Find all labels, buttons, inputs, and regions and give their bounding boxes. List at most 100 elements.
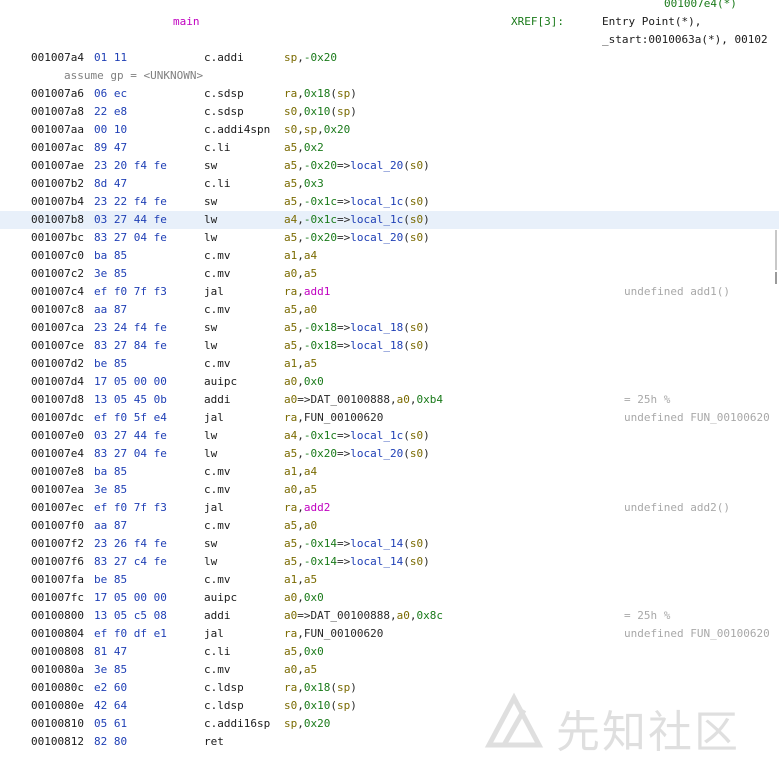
operand-lbl[interactable]: local_20 — [350, 447, 403, 460]
listing-row[interactable]: 001007aa 00 10 c.addi4spn s0,sp,0x20 — [0, 121, 779, 139]
instruction-operands[interactable]: ra,FUN_00100620 — [284, 409, 383, 427]
instruction-address[interactable]: 001007ea — [31, 481, 84, 499]
operand-lbl[interactable]: local_1c — [350, 429, 403, 442]
instruction-operands[interactable]: s0,sp,0x20 — [284, 121, 350, 139]
instruction-operands[interactable]: a0,a5 — [284, 481, 317, 499]
listing-row[interactable]: 001007f2 23 26 f4 fe sw a5,-0x14=>local_14(… — [0, 535, 779, 553]
scrollbar-marker[interactable] — [775, 272, 777, 284]
function-name-label[interactable]: main — [173, 13, 200, 31]
instruction-mnemonic[interactable]: lw — [204, 211, 217, 229]
operand-lbl[interactable]: local_14 — [350, 537, 403, 550]
instruction-address[interactable]: 001007ce — [31, 337, 84, 355]
instruction-operands[interactable]: a5,a0 — [284, 517, 317, 535]
instruction-address[interactable]: 0010080c — [31, 679, 84, 697]
instruction-address[interactable]: 001007ac — [31, 139, 84, 157]
instruction-operands[interactable]: a5,0x0 — [284, 643, 324, 661]
instruction-address[interactable]: 001007d4 — [31, 373, 84, 391]
instruction-mnemonic[interactable]: c.addi16sp — [204, 715, 270, 733]
instruction-operands[interactable]: a5,-0x1c=>local_1c(s0) — [284, 193, 430, 211]
instruction-operands[interactable]: a4,-0x1c=>local_1c(s0) — [284, 427, 430, 445]
instruction-mnemonic[interactable]: addi — [204, 391, 231, 409]
instruction-address[interactable]: 001007dc — [31, 409, 84, 427]
instruction-address[interactable]: 00100808 — [31, 643, 84, 661]
instruction-address[interactable]: 00100804 — [31, 625, 84, 643]
listing-row[interactable]: 001007d4 17 05 00 00 auipc a0,0x0 — [0, 373, 779, 391]
instruction-operands[interactable]: ra,0x18(sp) — [284, 679, 357, 697]
instruction-operands[interactable]: sp,0x20 — [284, 715, 330, 733]
listing-row[interactable]: 001007c8 aa 87 c.mv a5,a0 — [0, 301, 779, 319]
instruction-operands[interactable]: a0,a5 — [284, 265, 317, 283]
operand-lbl[interactable]: local_18 — [350, 339, 403, 352]
instruction-mnemonic[interactable]: jal — [204, 625, 224, 643]
instruction-mnemonic[interactable]: c.addi — [204, 49, 244, 67]
instruction-operands[interactable]: ra,add2 — [284, 499, 330, 517]
instruction-address[interactable]: 00100800 — [31, 607, 84, 625]
operand-lbl[interactable]: local_20 — [350, 231, 403, 244]
instruction-address[interactable]: 00100810 — [31, 715, 84, 733]
instruction-address[interactable]: 001007b4 — [31, 193, 84, 211]
operand-lbl[interactable]: local_20 — [350, 159, 403, 172]
listing-row[interactable]: 001007ac 89 47 c.li a5,0x2 — [0, 139, 779, 157]
instruction-mnemonic[interactable]: addi — [204, 607, 231, 625]
instruction-address[interactable]: 001007ec — [31, 499, 84, 517]
listing-row[interactable]: 001007ae 23 20 f4 fe sw a5,-0x20=>local_20(… — [0, 157, 779, 175]
instruction-mnemonic[interactable]: c.ldsp — [204, 679, 244, 697]
instruction-mnemonic[interactable]: auipc — [204, 589, 237, 607]
listing-row[interactable]: 001007b4 23 22 f4 fe sw a5,-0x1c=>local_1c(… — [0, 193, 779, 211]
instruction-operands[interactable]: a1,a4 — [284, 247, 317, 265]
instruction-operands[interactable]: a0=>DAT_00100888,a0,0x8c — [284, 607, 443, 625]
instruction-mnemonic[interactable]: c.mv — [204, 355, 231, 373]
instruction-mnemonic[interactable]: c.sdsp — [204, 103, 244, 121]
instruction-operands[interactable]: s0,0x10(sp) — [284, 697, 357, 715]
listing-row[interactable]: 001007ec ef f0 7f f3 jal ra,add2 undefined a… — [0, 499, 779, 517]
instruction-operands[interactable]: a5,a0 — [284, 301, 317, 319]
instruction-mnemonic[interactable]: ret — [204, 733, 224, 751]
operand-lbl[interactable]: local_14 — [350, 555, 403, 568]
instruction-operands[interactable]: ra,add1 — [284, 283, 330, 301]
instruction-operands[interactable]: a5,0x2 — [284, 139, 324, 157]
instruction-mnemonic[interactable]: c.mv — [204, 247, 231, 265]
instruction-operands[interactable]: a0,a5 — [284, 661, 317, 679]
listing-row[interactable]: 001007f6 83 27 c4 fe lw a5,-0x14=>local_14(… — [0, 553, 779, 571]
operand-fn[interactable]: add2 — [304, 501, 331, 514]
instruction-mnemonic[interactable]: lw — [204, 427, 217, 445]
instruction-mnemonic[interactable]: jal — [204, 499, 224, 517]
instruction-address[interactable]: 001007b8 — [31, 211, 84, 229]
instruction-address[interactable]: 001007d2 — [31, 355, 84, 373]
instruction-operands[interactable]: sp,-0x20 — [284, 49, 337, 67]
instruction-mnemonic[interactable]: lw — [204, 229, 217, 247]
instruction-address[interactable]: 00100812 — [31, 733, 84, 751]
listing-row[interactable]: 00100804 ef f0 df e1 jal ra,FUN_00100620 und… — [0, 625, 779, 643]
instruction-mnemonic[interactable]: lw — [204, 337, 217, 355]
instruction-operands[interactable]: a1,a5 — [284, 571, 317, 589]
instruction-address[interactable]: 001007c4 — [31, 283, 84, 301]
instruction-mnemonic[interactable]: c.mv — [204, 481, 231, 499]
instruction-mnemonic[interactable]: c.mv — [204, 463, 231, 481]
listing-row[interactable]: 001007d8 13 05 45 0b addi a0=>DAT_00100888,… — [0, 391, 779, 409]
listing-row[interactable]: 001007e4 83 27 04 fe lw a5,-0x20=>local_20(… — [0, 445, 779, 463]
instruction-address[interactable]: 001007ae — [31, 157, 84, 175]
instruction-address[interactable]: 001007a8 — [31, 103, 84, 121]
listing-row[interactable]: 001007c2 3e 85 c.mv a0,a5 — [0, 265, 779, 283]
instruction-operands[interactable]: a5,-0x18=>local_18(s0) — [284, 337, 430, 355]
instruction-address[interactable]: 001007fa — [31, 571, 84, 589]
instruction-mnemonic[interactable]: c.mv — [204, 571, 231, 589]
instruction-operands[interactable]: ra,FUN_00100620 — [284, 625, 383, 643]
instruction-operands[interactable]: a1,a5 — [284, 355, 317, 373]
listing-row[interactable]: 001007f0 aa 87 c.mv a5,a0 — [0, 517, 779, 535]
instruction-address[interactable]: 001007aa — [31, 121, 84, 139]
instruction-address[interactable]: 001007fc — [31, 589, 84, 607]
instruction-operands[interactable]: ra,0x18(sp) — [284, 85, 357, 103]
listing-row[interactable]: 001007ca 23 24 f4 fe sw a5,-0x18=>local_18(… — [0, 319, 779, 337]
operand-lbl[interactable]: local_1c — [350, 195, 403, 208]
instruction-address[interactable]: 001007f0 — [31, 517, 84, 535]
listing-row[interactable]: 001007c4 ef f0 7f f3 jal ra,add1 undefined a… — [0, 283, 779, 301]
instruction-address[interactable]: 0010080e — [31, 697, 84, 715]
instruction-address[interactable]: 001007c2 — [31, 265, 84, 283]
instruction-address[interactable]: 001007ca — [31, 319, 84, 337]
instruction-operands[interactable]: a5,-0x20=>local_20(s0) — [284, 445, 430, 463]
xref-start-link[interactable]: _start:0010063a(*), 00102 — [602, 31, 768, 49]
instruction-operands[interactable]: a5,-0x20=>local_20(s0) — [284, 157, 430, 175]
instruction-mnemonic[interactable]: c.mv — [204, 517, 231, 535]
instruction-mnemonic[interactable]: c.addi4spn — [204, 121, 270, 139]
